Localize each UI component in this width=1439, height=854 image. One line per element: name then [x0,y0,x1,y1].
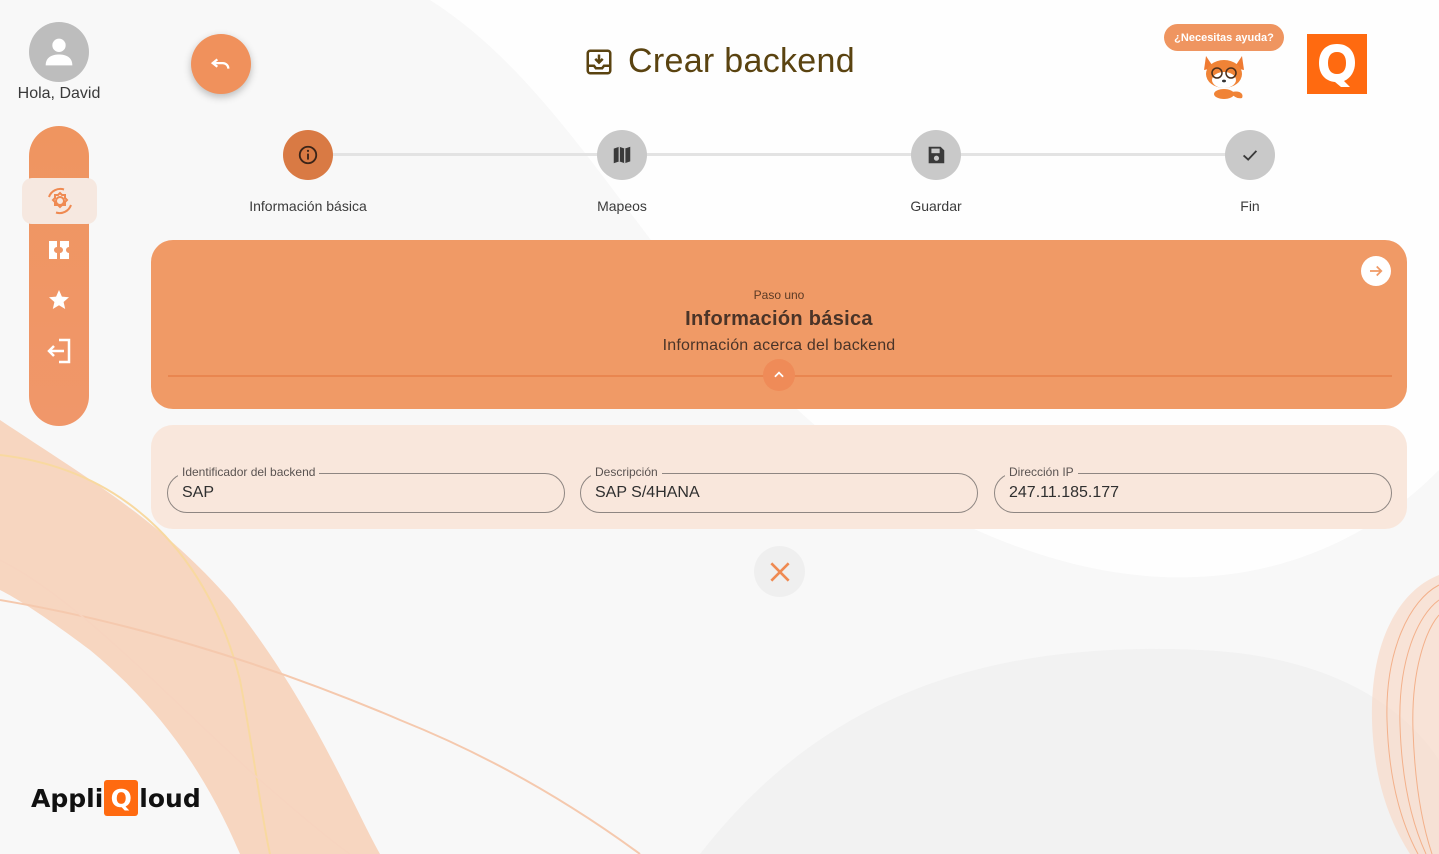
q-logo-icon [1319,44,1355,87]
sidebar-item-favorites[interactable] [29,278,89,322]
help-widget[interactable]: ¿Necesitas ayuda? [1164,24,1284,102]
description-input[interactable] [595,474,965,512]
step-label: Mapeos [597,198,647,214]
map-icon [613,146,631,164]
step-card-subtitle: Paso uno [753,288,805,302]
collapse-button[interactable] [763,359,795,391]
backend-id-field[interactable]: Identificador del backend [167,465,565,513]
step-card-title: Información básica [685,308,873,330]
brand-prefix: Appli [31,783,104,813]
page-title: Crear backend [628,42,855,80]
sidebar [22,126,97,426]
cancel-button[interactable] [754,546,805,597]
star-icon [49,290,69,309]
backend-id-input[interactable] [182,474,552,512]
description-field[interactable]: Descripción [580,465,978,513]
backend-form: Identificador del backend Descripción Di… [151,425,1407,529]
step-label: Fin [1240,198,1260,214]
step-label: Información básica [249,198,367,214]
step-circle-4[interactable] [1225,130,1275,180]
step-circle-3[interactable] [911,130,961,180]
sidebar-item-tickets[interactable] [29,228,89,272]
user-greeting: Hola, David [17,85,101,102]
step-label: Guardar [910,198,962,214]
fox-mascot-icon [1204,56,1244,99]
stepper-track [308,153,1250,156]
settings-sync-icon [47,187,72,215]
save-icon [928,146,945,164]
ip-input[interactable] [1009,474,1379,512]
save-alt-icon [586,49,612,74]
q-logo[interactable] [1307,34,1367,94]
step-card: Paso uno Información básica Información … [151,240,1407,409]
logout-icon [47,338,71,364]
brand-suffix: loud [139,783,201,813]
appliqloud-logo: Appli Qloud [31,780,201,816]
arrow-right-icon [1370,265,1383,277]
next-step-button[interactable] [1361,256,1391,286]
step-mapeos[interactable]: Mapeos [522,130,722,214]
close-icon [769,561,790,582]
sidebar-item-backends[interactable] [22,178,97,224]
ip-field[interactable]: Dirección IP [994,465,1392,513]
step-guardar[interactable]: Guardar [836,130,1036,214]
check-icon [1242,150,1258,161]
info-icon [298,145,318,165]
sidebar-item-logout[interactable] [29,329,89,373]
step-fin[interactable]: Fin [1150,130,1350,214]
step-informacion-basica[interactable]: Información básica [208,130,408,214]
ticket-icon [49,241,69,259]
step-card-description: Información acerca del backend [662,337,896,354]
chevron-up-icon [774,371,784,378]
step-circle-1[interactable] [283,130,333,180]
step-circle-2[interactable] [597,130,647,180]
brand-q: Q [104,780,139,816]
